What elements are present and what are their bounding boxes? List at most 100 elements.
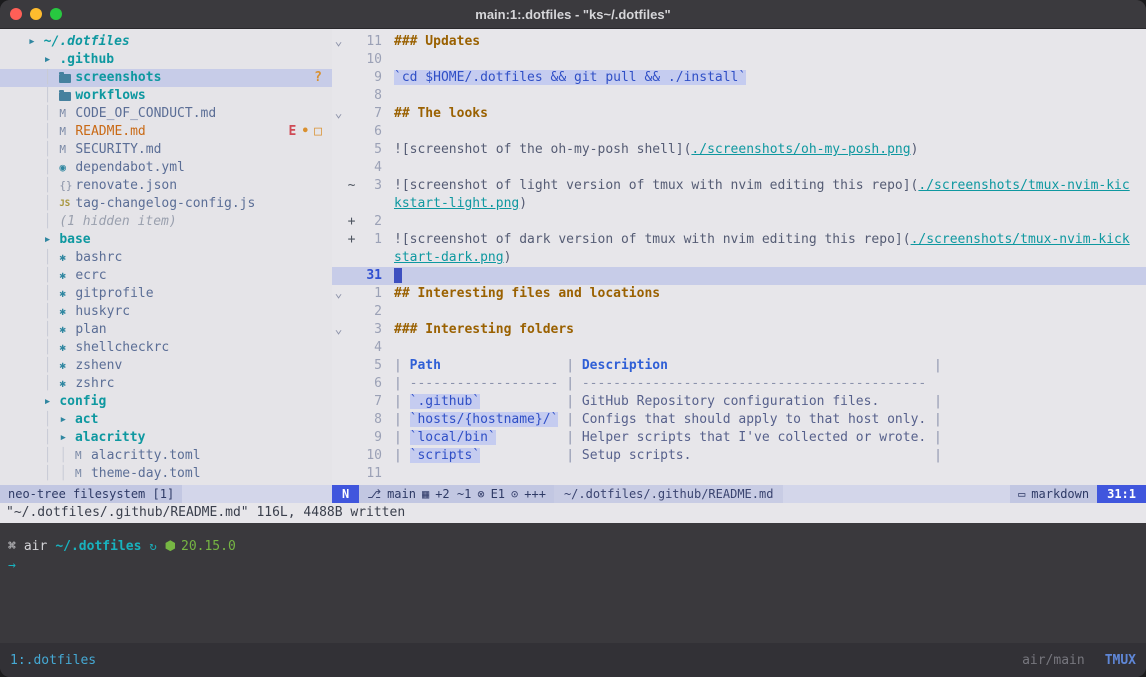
file-path: ~/.dotfiles/.github/README.md [554,485,784,503]
line-number: 6 [358,123,382,141]
statusline-spacer [783,485,1010,503]
text-segment [480,394,558,409]
editor-line[interactable]: 31 [332,267,1146,285]
tree-item-dotfiles[interactable]: ▸ ~/.dotfiles [0,33,332,51]
tree-item-config[interactable]: ▸ config [0,393,332,411]
zoom-button[interactable] [50,8,62,20]
filetype-segment: ▭ markdown [1010,485,1097,503]
editor-line[interactable]: ~3![screenshot of light version of tmux … [332,177,1146,195]
editor-line[interactable]: 9| `local/bin` | Helper scripts that I'v… [332,429,1146,447]
terminal-window: main:1:.dotfiles - "ks~/.dotfiles" ▸ ~/.… [0,0,1146,677]
tree-item-workflows[interactable]: │ workflows [0,87,332,105]
fold-icon[interactable]: ⌄ [332,321,345,339]
fold-icon[interactable]: ⌄ [332,33,345,51]
editor-line[interactable]: 8 [332,87,1146,105]
tree-guide [28,393,44,411]
tree-item-dependabot-yml[interactable]: │ ◉dependabot.yml [0,159,332,177]
tree-guide: │ [28,249,59,267]
tree-guide: │ [28,321,59,339]
tree-item-huskyrc[interactable]: │ ✱huskyrc [0,303,332,321]
editor-line[interactable]: +1![screenshot of dark version of tmux w… [332,231,1146,249]
tree-guide: │ [28,267,59,285]
close-button[interactable] [10,8,22,20]
tree-item-1-hidden-item[interactable]: │ (1 hidden item) [0,213,332,231]
expander-icon[interactable]: ▸ [44,51,60,69]
editor-line[interactable]: 6| ------------------- | ---------------… [332,375,1146,393]
editor-lines[interactable]: ⌄11### Updates109`cd $HOME/.dotfiles && … [332,29,1146,485]
tree-guide: │ [28,339,59,357]
fold-icon [332,393,345,411]
editor-line[interactable]: 11 [332,465,1146,483]
minimize-button[interactable] [30,8,42,20]
tree-item-zshenv[interactable]: │ ✱zshenv [0,357,332,375]
editor-line[interactable]: ⌄3### Interesting folders [332,321,1146,339]
editor-line[interactable]: start-dark.png) [332,249,1146,267]
tree-item-alacritty-toml[interactable]: │ │ Malacritty.toml [0,447,332,465]
text-segment: | [558,430,581,445]
tree-item-code-of-conduct-md[interactable]: │ MCODE_OF_CONDUCT.md [0,105,332,123]
tree-item-github[interactable]: ▸ .github [0,51,332,69]
tree-item-renovate-json[interactable]: │ {}renovate.json [0,177,332,195]
tree-item-label: alacritty.toml [91,447,201,465]
editor-line[interactable]: 9`cd $HOME/.dotfiles && git pull && ./in… [332,69,1146,87]
tmux-session-name: air/main [1022,653,1085,668]
editor-line[interactable]: 10| `scripts` | Setup scripts. | [332,447,1146,465]
fold-icon[interactable]: ⌄ [332,105,345,123]
git-sign [345,303,358,321]
editor-line[interactable]: 4 [332,159,1146,177]
tree-item-plan[interactable]: │ ✱plan [0,321,332,339]
tree-item-screenshots[interactable]: │ screenshots? [0,69,332,87]
expander-icon[interactable]: ▸ [44,393,60,411]
editor-line[interactable]: kstart-light.png) [332,195,1146,213]
tree-item-bashrc[interactable]: │ ✱bashrc [0,249,332,267]
editor-line[interactable]: 7| `.github` | GitHub Repository configu… [332,393,1146,411]
line-number: 2 [358,303,382,321]
editor-line[interactable]: ⌄7## The looks [332,105,1146,123]
tree-item-zshrc[interactable]: │ ✱zshrc [0,375,332,393]
editor-line[interactable]: 8| `hosts/{hostname}/` | Configs that sh… [332,411,1146,429]
editor-line[interactable]: 2 [332,303,1146,321]
statusline: N ⎇ main ▦ +2 ~1 ⊗ E1 ⊙ +++ ~/.dotfiles/… [332,485,1146,503]
git-sign [345,51,358,69]
terminal-shell[interactable]: ⌘ air ~/.dotfiles ↻ ⬢ 20.15.0 → [0,523,1146,643]
text-segment: ------------------- [410,376,559,391]
editor-line[interactable]: ⌄11### Updates [332,33,1146,51]
editor-line[interactable]: 10 [332,51,1146,69]
text-segment: ### Interesting folders [394,322,574,337]
mode-indicator: N [332,485,359,503]
line-number: 11 [358,465,382,483]
expander-icon[interactable]: ▸ [59,429,75,447]
tree-item-alacritty[interactable]: │ ▸ alacritty [0,429,332,447]
expander-icon[interactable]: ▸ [44,231,60,249]
editor-line[interactable]: 5![screenshot of the oh-my-posh shell](.… [332,141,1146,159]
tree-item-ecrc[interactable]: │ ✱ecrc [0,267,332,285]
editor-line[interactable]: 4 [332,339,1146,357]
tree-item-security-md[interactable]: │ MSECURITY.md [0,141,332,159]
tree-item-label: renovate.json [75,177,177,195]
editor-line[interactable]: +2 [332,213,1146,231]
tree-item-base[interactable]: ▸ base [0,231,332,249]
toml-icon: M [75,465,91,483]
git-sign [345,357,358,375]
text-segment: | [394,412,410,427]
line-number: 9 [358,69,382,87]
tree-item-act[interactable]: │ ▸ act [0,411,332,429]
expander-icon[interactable]: ▸ [59,411,75,429]
fold-icon[interactable]: ⌄ [332,285,345,303]
tree-item-gitprofile[interactable]: │ ✱gitprofile [0,285,332,303]
tmux-window-label[interactable]: 1:.dotfiles [10,653,96,668]
editor-line[interactable]: 5| Path | Description | [332,357,1146,375]
branch-icon: ⎇ [367,485,381,503]
text-segment [668,358,926,373]
tree-item-theme-day-toml[interactable]: │ │ Mtheme-day.toml [0,465,332,483]
expander-icon[interactable]: ▸ [28,33,44,51]
text-segment: `scripts` [410,448,480,463]
tree-item-tag-changelog-config-js[interactable]: │ JStag-changelog-config.js [0,195,332,213]
tree-item-readme-md[interactable]: │ MREADME.mdE•□ [0,123,332,141]
editor-line[interactable]: ⌄1## Interesting files and locations [332,285,1146,303]
shell-input-line: → [8,556,1138,575]
tree-item-shellcheckrc[interactable]: │ ✱shellcheckrc [0,339,332,357]
line-number: 5 [358,141,382,159]
editor-line[interactable]: 6 [332,123,1146,141]
config-icon: ✱ [59,321,75,339]
